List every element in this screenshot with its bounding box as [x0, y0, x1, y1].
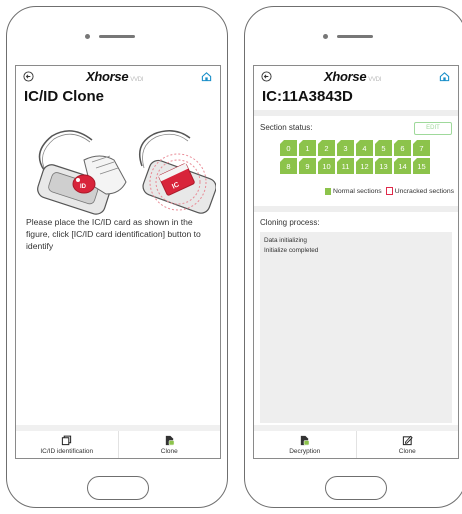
- speaker-slot: [337, 35, 373, 38]
- xhorse-logo: Xhorse VVDI: [86, 69, 144, 84]
- clone-label: Clone: [398, 448, 416, 455]
- section-cell[interactable]: 8: [280, 158, 297, 174]
- top-bar: Xhorse VVDI: [16, 66, 220, 86]
- card-id-title: IC:11A3843D: [262, 88, 353, 105]
- normal-swatch-icon: [324, 187, 331, 195]
- section-cell[interactable]: 12: [356, 158, 373, 174]
- section-cell[interactable]: 15: [413, 158, 430, 174]
- section-cell[interactable]: 5: [375, 140, 392, 156]
- edit-icon: [402, 435, 413, 446]
- section-cell[interactable]: 4: [356, 140, 373, 156]
- cloning-process-panel: Cloning process: Data initializing Initi…: [254, 206, 458, 431]
- page-title: IC/ID Clone: [24, 88, 105, 105]
- section-cell[interactable]: 9: [299, 158, 316, 174]
- camera-dot: [85, 34, 90, 39]
- left-phone: Xhorse VVDI IC/ID Clone ID IC Please pla…: [6, 6, 228, 508]
- log-line: Initialize completed: [264, 247, 319, 254]
- sim-card-icon: [301, 435, 310, 446]
- camera-dot: [323, 34, 328, 39]
- section-cell[interactable]: 2: [318, 140, 335, 156]
- section-status-panel: Section status: EDIT 0 1 2 3 4 5 6 7 8 9…: [254, 110, 458, 206]
- xhorse-logo: Xhorse VVDI: [324, 69, 382, 84]
- edit-button[interactable]: EDIT: [414, 122, 452, 135]
- section-row-2: 8 9 10 11 12 13 14 15: [280, 158, 440, 174]
- phone-home-button[interactable]: [325, 476, 387, 500]
- fob-label: ID: [80, 184, 87, 190]
- back-icon[interactable]: [261, 71, 272, 82]
- section-cell[interactable]: 14: [394, 158, 411, 174]
- cloning-log: Data initializing Initialize completed: [260, 232, 452, 423]
- right-screen: Xhorse VVDI IC:11A3843D Section status: E…: [253, 65, 459, 459]
- uncracked-swatch-icon: [385, 187, 393, 195]
- section-cell[interactable]: 6: [394, 140, 411, 156]
- section-cell[interactable]: 10: [318, 158, 335, 174]
- section-legend: Normal sections Uncracked sections: [324, 187, 454, 195]
- cloning-process-label: Cloning process:: [260, 218, 320, 227]
- copy-icon: [62, 435, 72, 446]
- instruction-text: Please place the IC/ID card as shown in …: [26, 217, 201, 251]
- right-phone: Xhorse VVDI IC:11A3843D Section status: E…: [244, 6, 462, 508]
- section-grid: 0 1 2 3 4 5 6 7 8 9 10 11 12 13 14 15: [280, 140, 440, 176]
- card-placement-illustration: ID IC: [37, 130, 216, 215]
- clone-label: Clone: [160, 448, 178, 455]
- clone-button[interactable]: Clone: [355, 431, 459, 458]
- clone-button[interactable]: Clone: [117, 431, 221, 458]
- section-cell[interactable]: 13: [375, 158, 392, 174]
- section-cell[interactable]: 7: [413, 140, 430, 156]
- legend-normal-label: Normal sections: [332, 187, 382, 195]
- section-cell[interactable]: 0: [280, 140, 297, 156]
- decryption-button[interactable]: Decryption: [254, 431, 356, 458]
- section-cell[interactable]: 1: [299, 140, 316, 156]
- bottom-action-bar: Decryption Clone: [254, 425, 458, 458]
- speaker-slot: [99, 35, 135, 38]
- back-icon[interactable]: [23, 71, 34, 82]
- section-status-label: Section status:: [260, 123, 313, 132]
- home-icon[interactable]: [201, 71, 212, 82]
- ic-id-identification-button[interactable]: IC/ID identification: [16, 431, 118, 458]
- sim-card-icon: [165, 435, 175, 446]
- legend-uncracked-label: Uncracked sections: [394, 187, 454, 195]
- section-cell[interactable]: 3: [337, 140, 354, 156]
- bottom-action-bar: IC/ID identification Clone: [16, 425, 220, 458]
- section-cell[interactable]: 11: [337, 158, 354, 174]
- left-screen: Xhorse VVDI IC/ID Clone ID IC Please pla…: [15, 65, 221, 459]
- section-row-1: 0 1 2 3 4 5 6 7: [280, 140, 440, 156]
- top-bar: Xhorse VVDI: [254, 66, 458, 86]
- home-icon[interactable]: [439, 71, 450, 82]
- log-line: Data initializing: [264, 237, 307, 244]
- decryption-label: Decryption: [289, 448, 321, 455]
- phone-home-button[interactable]: [87, 476, 149, 500]
- ic-id-identification-label: IC/ID identification: [40, 448, 94, 455]
